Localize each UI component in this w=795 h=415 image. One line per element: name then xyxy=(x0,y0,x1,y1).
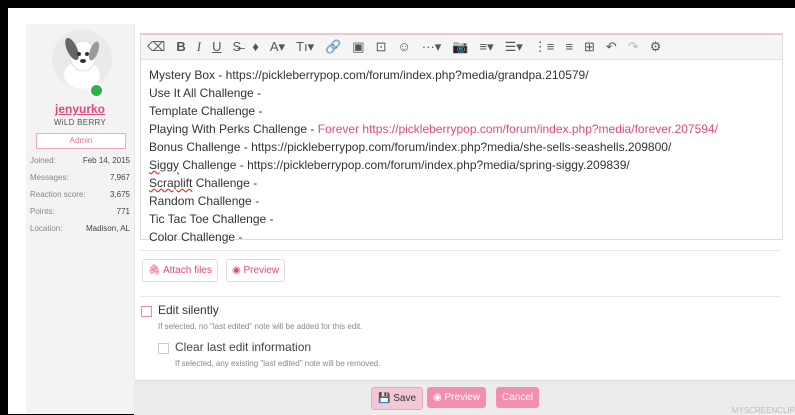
eye-icon: ◉ xyxy=(232,265,241,276)
save-button[interactable]: 💾 Save xyxy=(371,387,424,410)
user-title: WiLD BERRY xyxy=(53,118,107,127)
save-icon: 💾 xyxy=(378,393,391,404)
stat-row: Reaction score: 3,675 xyxy=(30,190,130,199)
smilie-icon[interactable]: ☺ xyxy=(398,35,411,59)
content-line: Color Challenge - xyxy=(149,230,243,244)
settings-icon[interactable]: ⚙ xyxy=(650,35,662,59)
eraser-icon[interactable]: ⌫ xyxy=(147,35,165,59)
clear-last-edit-label[interactable]: Clear last edit information xyxy=(175,340,311,354)
text-color-icon[interactable]: ♦ xyxy=(252,35,259,59)
list-icon[interactable]: ☰▾ xyxy=(505,35,523,59)
link-icon[interactable]: 🔗 xyxy=(325,35,341,59)
attach-files-button[interactable]: 🖇 Attach files xyxy=(142,259,218,282)
edit-silently-hint: If selected, no "last edited" note will … xyxy=(158,322,363,331)
italic-icon[interactable]: I xyxy=(197,35,201,59)
preview-button[interactable]: ◉ Preview xyxy=(427,387,487,408)
stat-row: Points: 771 xyxy=(30,207,130,216)
ordered-list-icon[interactable]: ⋮≡ xyxy=(534,35,555,59)
stat-row: Joined: Feb 14, 2015 xyxy=(30,156,130,165)
clear-last-edit-checkbox[interactable] xyxy=(158,343,169,354)
bold-icon[interactable]: B xyxy=(176,35,185,59)
editor-content[interactable]: Mystery Box - https://pickleberrypop.com… xyxy=(141,60,782,252)
edit-silently-checkbox[interactable] xyxy=(141,306,152,317)
table-icon[interactable]: ⊞ xyxy=(584,35,595,59)
content-link[interactable]: Forever https://pickleberrypop.com/forum… xyxy=(318,122,718,136)
stat-row: Messages: 7,967 xyxy=(30,173,130,182)
cancel-button[interactable]: Cancel xyxy=(496,387,540,408)
more-icon[interactable]: ···▾ xyxy=(422,35,442,59)
attach-preview-button[interactable]: ◉ Preview xyxy=(226,259,286,282)
online-status-icon xyxy=(89,83,104,98)
editor-toolbar: ⌫ B I U S̶ ♦ A▾ Tı▾ 🔗 ▣ ⊡ ☺ ···▾ 📷 ≡▾ ☰▾… xyxy=(141,35,782,60)
rich-text-editor[interactable]: ⌫ B I U S̶ ♦ A▾ Tı▾ 🔗 ▣ ⊡ ☺ ···▾ 📷 ≡▾ ☰▾… xyxy=(140,33,783,244)
content-line: Bonus Challenge - https://pickleberrypop… xyxy=(149,140,672,154)
font-family-icon[interactable]: A▾ xyxy=(270,35,285,59)
content-line: Tic Tac Toe Challenge - xyxy=(149,212,274,226)
avatar[interactable] xyxy=(52,29,112,89)
camera-icon[interactable]: 📷 xyxy=(452,35,468,59)
eye-icon: ◉ xyxy=(433,392,442,403)
paperclip-icon: 🖇 xyxy=(148,265,161,276)
user-sidebar: jenyurko WiLD BERRY Admin Joined: Feb 14,… xyxy=(26,24,135,414)
stat-row: Location: Madison, AL xyxy=(30,224,130,233)
undo-icon[interactable]: ↶ xyxy=(606,35,617,59)
form-footer: 💾 Save ◉ Preview Cancel MYSCREENCLIP xyxy=(134,380,795,415)
edit-silently-label[interactable]: Edit silently xyxy=(158,303,219,317)
clear-last-edit-hint: If selected, any existing "last edited" … xyxy=(175,359,381,368)
attachment-bar: 🖇 Attach files ◉ Preview xyxy=(140,250,781,289)
content-line: Scraplift Challenge - xyxy=(149,176,258,190)
content-line: Random Challenge - xyxy=(149,194,260,208)
align-icon[interactable]: ≡▾ xyxy=(479,35,493,59)
username[interactable]: jenyurko xyxy=(26,102,134,116)
unordered-list-icon[interactable]: ≡ xyxy=(565,35,573,59)
image-icon[interactable]: ▣ xyxy=(352,35,364,59)
underline-icon[interactable]: U xyxy=(212,35,221,59)
edit-options: Edit silently If selected, no "last edit… xyxy=(140,296,781,379)
content-line: Playing With Perks Challenge - Forever h… xyxy=(149,122,718,136)
font-size-icon[interactable]: Tı▾ xyxy=(296,35,314,59)
content-line: Template Challenge - xyxy=(149,104,263,118)
redo-icon[interactable]: ↷ xyxy=(628,35,639,59)
content-line: Mystery Box - https://pickleberrypop.com… xyxy=(149,68,589,82)
user-stats: Joined: Feb 14, 2015 Messages: 7,967 React… xyxy=(30,156,130,241)
content-line: Siggy Challenge - https://pickleberrypop… xyxy=(149,158,630,172)
user-banner: Admin xyxy=(36,133,126,149)
strikethrough-icon[interactable]: S̶ xyxy=(233,35,242,59)
content-line: Use It All Challenge - xyxy=(149,86,262,100)
media-icon[interactable]: ⊡ xyxy=(376,35,387,59)
